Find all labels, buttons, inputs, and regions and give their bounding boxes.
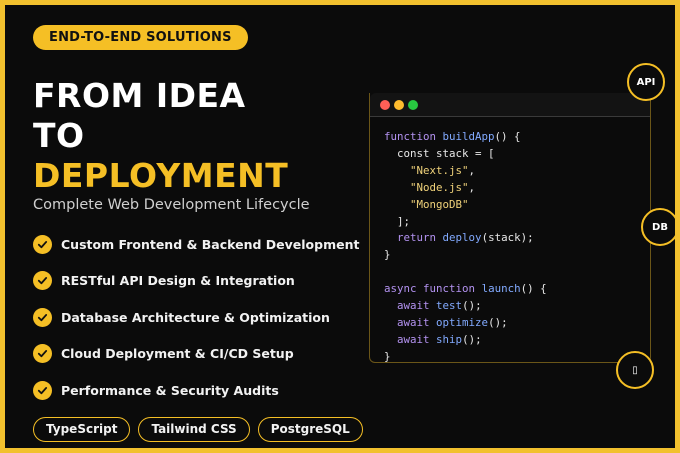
check-icon <box>33 234 52 254</box>
check-icon <box>33 344 52 364</box>
code-line-2: const stack = [ <box>384 146 495 160</box>
feature-item: Database Architecture & Optimization <box>33 299 359 336</box>
tech-tags: TypeScript Tailwind CSS PostgreSQL <box>33 417 363 442</box>
code-line-13: await ship(); <box>397 332 482 346</box>
editor-title-bar <box>370 93 650 117</box>
feature-label: Custom Frontend & Backend Development <box>61 236 360 252</box>
code-line-1: function buildApp() { <box>384 130 521 143</box>
server-node-icon: ▯ <box>616 351 654 389</box>
feature-item: Performance & Security Audits <box>33 372 359 409</box>
feature-label: RESTful API Design & Integration <box>61 273 295 289</box>
tag-postgresql: PostgreSQL <box>257 417 363 442</box>
code-block: function buildApp() { const stack = [ "N… <box>384 129 547 366</box>
code-line-12: await optimize(); <box>397 315 508 329</box>
feature-item: RESTful API Design & Integration <box>33 263 359 300</box>
headline-line-1: FROM IDEA <box>33 76 246 115</box>
window-maximize-dot <box>408 100 418 110</box>
feature-item: Cloud Deployment & CI/CD Setup <box>33 336 359 373</box>
solutions-badge: END-TO-END SOLUTIONS <box>33 25 248 50</box>
feature-label: Database Architecture & Optimization <box>61 309 330 325</box>
feature-list: Custom Frontend & Backend Development RE… <box>33 226 359 409</box>
code-line-8: } <box>384 248 391 262</box>
subtitle: Complete Web Development Lifecycle <box>33 197 310 213</box>
window-close-dot <box>380 100 390 110</box>
code-line-7: return deploy(stack); <box>397 231 534 245</box>
code-line-3: "Next.js", <box>410 163 476 177</box>
code-line-14: } <box>384 349 391 363</box>
check-icon <box>33 271 52 291</box>
code-line-5: "MongoDB" <box>410 197 469 211</box>
feature-label: Performance & Security Audits <box>61 382 279 398</box>
feature-item: Custom Frontend & Backend Development <box>33 226 359 263</box>
code-line-4: "Node.js", <box>410 180 476 194</box>
headline-line-2: TO <box>33 116 85 155</box>
headline-line-3: DEPLOYMENT <box>33 156 289 195</box>
feature-label: Cloud Deployment & CI/CD Setup <box>61 346 294 362</box>
code-line-6: ]; <box>384 214 411 228</box>
window-minimize-dot <box>394 100 404 110</box>
api-node: API <box>627 63 665 101</box>
check-icon <box>33 380 52 400</box>
code-editor-window: function buildApp() { const stack = [ "N… <box>369 93 651 363</box>
code-line-10: async function launch() { <box>384 282 547 296</box>
tag-typescript: TypeScript <box>33 417 131 442</box>
code-line-11: await test(); <box>397 299 482 313</box>
promo-banner: END-TO-END SOLUTIONS FROM IDEA TO DEPLOY… <box>5 5 675 448</box>
tag-tailwind: Tailwind CSS <box>138 417 250 442</box>
db-node: DB <box>641 208 675 246</box>
check-icon <box>33 307 52 327</box>
